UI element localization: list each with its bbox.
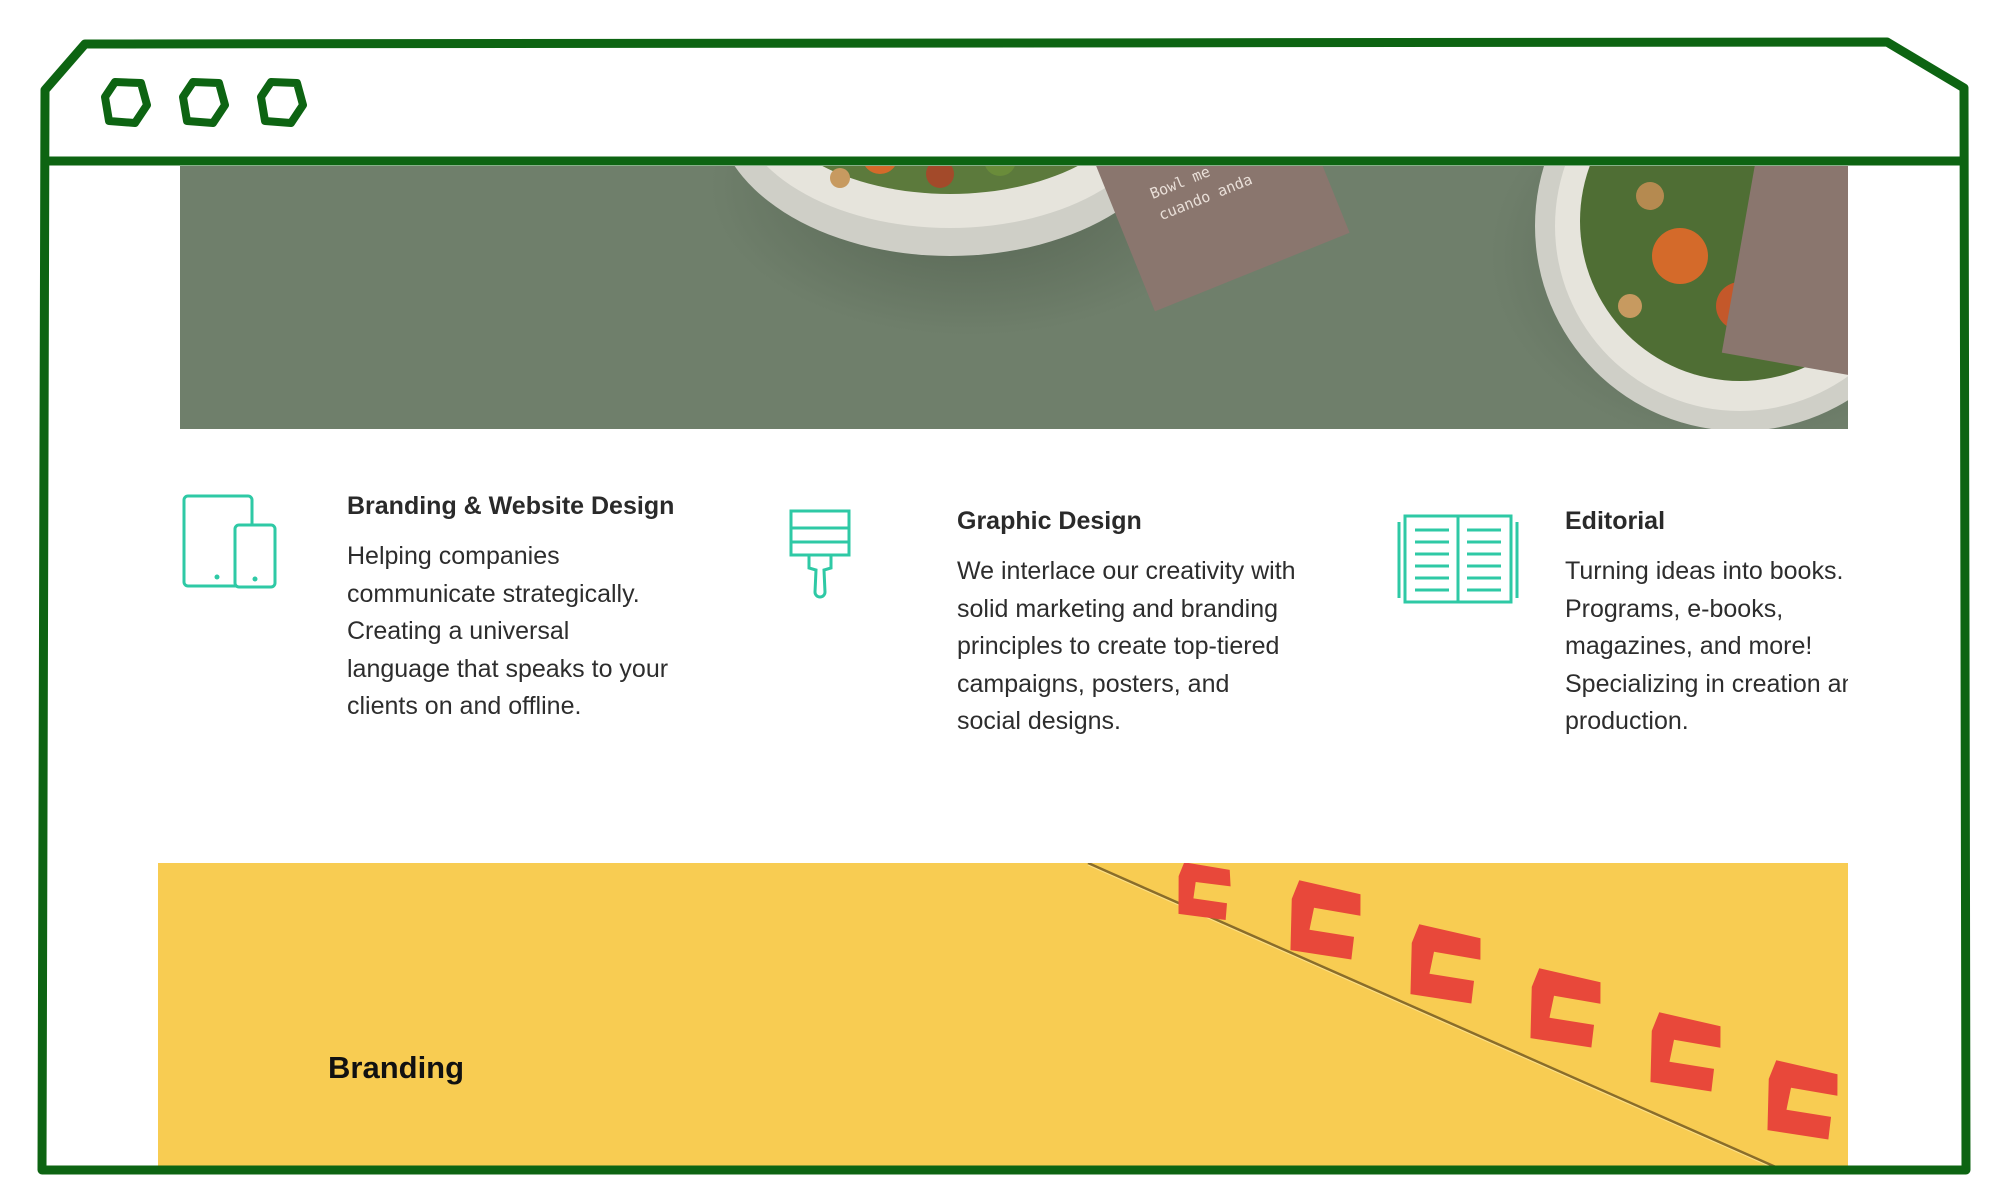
service-title: Editorial: [1565, 507, 1666, 535]
window-dot-1-icon[interactable]: [101, 77, 151, 127]
branding-pattern-image: [1087, 863, 1838, 1168]
content-right-mask: [1848, 429, 1948, 863]
service-description: Turning ideas into books. Programs, e-bo…: [1565, 557, 1870, 736]
service-description: Helping companies communicate strategica…: [347, 542, 669, 721]
open-book-icon: [1397, 512, 1519, 606]
hero-image[interactable]: Bowl me cuando anda: [180, 166, 1848, 429]
devices-icon: [181, 493, 277, 589]
service-description: We interlace our creativity with solid m…: [957, 557, 1296, 736]
portfolio-label: Branding: [328, 1050, 465, 1085]
service-title: Branding & Website Design: [347, 492, 675, 520]
paint-brush-icon: [787, 508, 853, 608]
window-dot-2-icon[interactable]: [179, 77, 229, 127]
portfolio-branding-card[interactable]: Branding: [158, 863, 1848, 1168]
service-title: Graphic Design: [957, 507, 1142, 535]
window-dot-3-icon[interactable]: [257, 77, 307, 127]
page-viewport: Bowl me cuando anda Branding & Website D…: [52, 166, 1948, 1168]
